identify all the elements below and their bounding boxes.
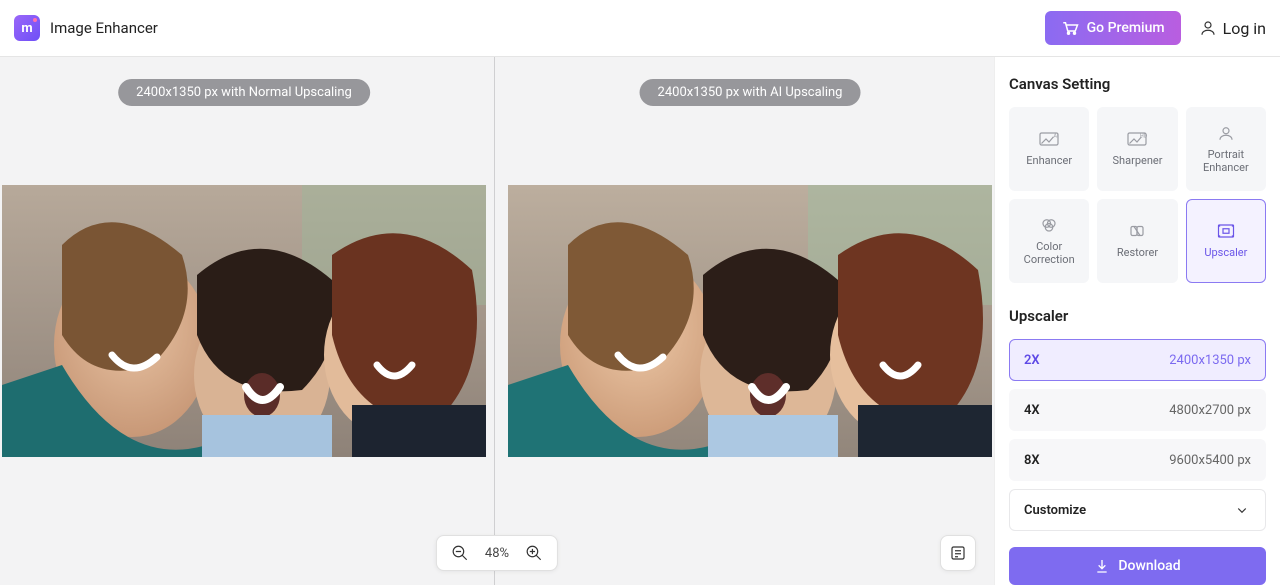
zoom-out-icon[interactable] bbox=[451, 544, 469, 562]
canvas-area: 2400x1350 px with Normal Upscaling bbox=[0, 57, 994, 585]
option-4x[interactable]: 4X 4800x2700 px bbox=[1009, 389, 1266, 431]
zoom-value: 48% bbox=[485, 546, 509, 561]
svg-text:AI: AI bbox=[1054, 134, 1059, 140]
left-image bbox=[2, 185, 486, 457]
download-label: Download bbox=[1118, 558, 1180, 574]
option-label: 8X bbox=[1024, 453, 1040, 468]
download-button[interactable]: Download bbox=[1009, 547, 1266, 585]
notes-icon bbox=[949, 544, 967, 562]
header-left: m Image Enhancer bbox=[14, 15, 158, 41]
right-panel: 2400x1350 px with AI Upscaling bbox=[506, 57, 994, 585]
option-dimensions: 4800x2700 px bbox=[1169, 403, 1251, 418]
app-logo: m bbox=[14, 15, 40, 41]
option-label: 2X bbox=[1024, 353, 1040, 368]
tool-label: Portrait Enhancer bbox=[1191, 148, 1261, 174]
color-icon bbox=[1037, 216, 1061, 234]
tool-portrait-enhancer[interactable]: Portrait Enhancer bbox=[1186, 107, 1266, 191]
tool-grid: AI Enhancer HD Sharpener Portrait Enhanc… bbox=[1009, 107, 1266, 283]
cart-icon bbox=[1061, 20, 1079, 36]
tool-color-correction[interactable]: Color Correction bbox=[1009, 199, 1089, 283]
option-dimensions: 2400x1350 px bbox=[1169, 353, 1251, 368]
svg-text:HD: HD bbox=[1140, 134, 1148, 140]
restorer-icon bbox=[1125, 222, 1149, 240]
upscale-options: 2X 2400x1350 px 4X 4800x2700 px 8X 9600x… bbox=[1009, 339, 1266, 531]
right-image bbox=[508, 185, 992, 457]
tool-label: Upscaler bbox=[1204, 246, 1247, 259]
upscaler-section-title: Upscaler bbox=[1009, 307, 1266, 325]
tool-label: Restorer bbox=[1117, 246, 1158, 259]
tool-sharpener[interactable]: HD Sharpener bbox=[1097, 107, 1177, 191]
app-title: Image Enhancer bbox=[50, 19, 158, 37]
download-icon bbox=[1094, 558, 1110, 574]
main: 2400x1350 px with Normal Upscaling bbox=[0, 57, 1280, 585]
enhancer-icon: AI bbox=[1037, 130, 1061, 148]
left-resolution-badge: 2400x1350 px with Normal Upscaling bbox=[118, 79, 370, 106]
login-label: Log in bbox=[1223, 19, 1266, 38]
tool-label: Color Correction bbox=[1014, 240, 1084, 266]
go-premium-button[interactable]: Go Premium bbox=[1045, 11, 1181, 45]
option-8x[interactable]: 8X 9600x5400 px bbox=[1009, 439, 1266, 481]
tool-label: Sharpener bbox=[1113, 154, 1163, 167]
canvas-setting-title: Canvas Setting bbox=[1009, 75, 1266, 93]
chevron-down-icon bbox=[1233, 501, 1251, 519]
go-premium-label: Go Premium bbox=[1087, 20, 1165, 36]
sharpener-icon: HD bbox=[1125, 130, 1149, 148]
header: m Image Enhancer Go Premium Log in bbox=[0, 0, 1280, 57]
header-right: Go Premium Log in bbox=[1045, 11, 1266, 45]
option-2x[interactable]: 2X 2400x1350 px bbox=[1009, 339, 1266, 381]
option-customize[interactable]: Customize bbox=[1009, 489, 1266, 531]
tool-restorer[interactable]: Restorer bbox=[1097, 199, 1177, 283]
option-label: 4X bbox=[1024, 403, 1040, 418]
notes-button[interactable] bbox=[940, 535, 976, 571]
compare-divider[interactable] bbox=[494, 57, 495, 585]
sidebar: Canvas Setting AI Enhancer HD Sharpener … bbox=[994, 57, 1280, 585]
upscaler-icon bbox=[1214, 222, 1238, 240]
tool-enhancer[interactable]: AI Enhancer bbox=[1009, 107, 1089, 191]
right-resolution-badge: 2400x1350 px with AI Upscaling bbox=[640, 79, 861, 106]
tool-upscaler[interactable]: Upscaler bbox=[1186, 199, 1266, 283]
option-dimensions: 9600x5400 px bbox=[1169, 453, 1251, 468]
zoom-in-icon[interactable] bbox=[525, 544, 543, 562]
customize-label: Customize bbox=[1024, 503, 1086, 518]
zoom-control: 48% bbox=[436, 535, 558, 571]
user-icon bbox=[1199, 19, 1217, 37]
portrait-icon bbox=[1214, 124, 1238, 142]
left-panel: 2400x1350 px with Normal Upscaling bbox=[0, 57, 488, 585]
tool-label: Enhancer bbox=[1026, 154, 1072, 167]
compare-view: 2400x1350 px with Normal Upscaling bbox=[0, 57, 994, 585]
login-button[interactable]: Log in bbox=[1199, 19, 1266, 38]
